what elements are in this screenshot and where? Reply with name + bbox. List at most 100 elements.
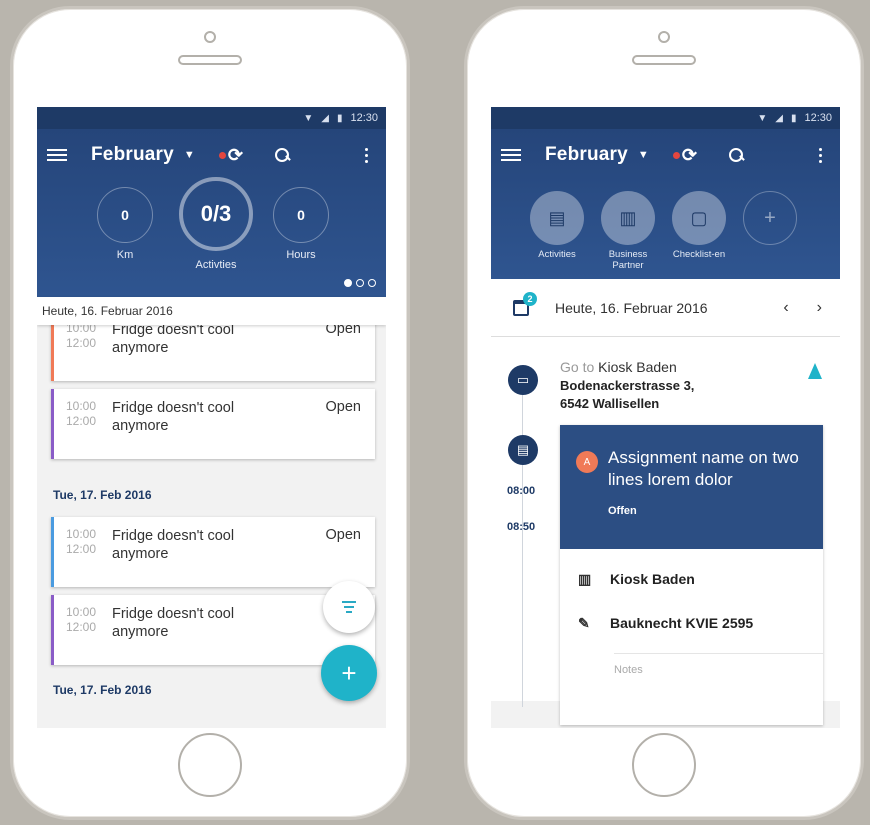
assignment-header[interactable]: A Assignment name on two lines lorem dol… <box>560 425 823 549</box>
signal-icon: ◢ <box>775 112 783 124</box>
menu-icon[interactable] <box>501 149 521 161</box>
equipment-row[interactable]: ✎ Bauknecht KVIE 2595 <box>560 601 823 645</box>
screen-left: ▼ ◢ ▮ 12:30 February ▼ ⟳ 0 0/3 0 Km Acti… <box>37 107 386 728</box>
status-time: 12:30 <box>350 112 378 124</box>
page-dot[interactable] <box>344 279 352 287</box>
building-icon: ▥ <box>578 570 592 587</box>
stat-km-label: Km <box>116 249 134 261</box>
timeline: ▭ Go to Kiosk Baden Bodenackerstrasse 3,… <box>491 337 840 725</box>
sync-icon: ⟳ <box>681 144 697 165</box>
battery-icon: ▮ <box>790 112 797 124</box>
chevron-right-icon[interactable]: › <box>817 299 822 317</box>
more-icon[interactable] <box>819 147 830 163</box>
clipboard-icon: ▤ <box>508 435 538 465</box>
toolbar: February ▼ ⟳ <box>491 129 840 181</box>
dropdown-icon[interactable]: ▼ <box>184 149 195 161</box>
camera-icon <box>658 31 670 43</box>
partner-name: Kiosk Baden <box>610 571 695 587</box>
more-icon[interactable] <box>365 147 376 163</box>
item-title: Fridge doesn't cool anymore <box>112 400 235 434</box>
status-bar: ▼ ◢ ▮ 12:30 <box>491 107 840 129</box>
quick-action-label: Activities <box>538 249 576 260</box>
plus-icon: + <box>341 657 357 688</box>
quick-action-label: Business Partner <box>608 249 648 271</box>
quick-action-label: Checklist-en <box>672 249 726 260</box>
assignment-title: Assignment name on two lines lorem dolor <box>608 448 799 489</box>
speaker-icon <box>178 55 242 65</box>
wrench-icon: ✎ <box>578 614 590 631</box>
page-indicator[interactable] <box>344 279 376 287</box>
calendar-icon[interactable]: 2 <box>513 291 537 316</box>
building-icon: ▥ <box>601 191 655 245</box>
item-status: Open <box>325 325 361 337</box>
app-header: February ▼ ⟳ 0 0/3 0 Km Activties Hours <box>37 129 386 297</box>
item-status: Open <box>325 399 361 415</box>
camera-icon <box>204 31 216 43</box>
goto-name: Kiosk Baden <box>598 359 677 375</box>
month-title[interactable]: February <box>545 144 628 166</box>
navigation-icon[interactable] <box>808 363 822 379</box>
address: Bodenackerstrasse 3, 6542 Wallisellen <box>560 378 695 411</box>
notes-label[interactable]: Notes <box>614 653 823 676</box>
list-item[interactable]: 10:0012:00 Fridge doesn't cool anymore O… <box>51 325 375 381</box>
quick-action-business-partner[interactable]: ▥ Business Partner <box>598 191 658 271</box>
calendar-badge: 2 <box>523 291 537 306</box>
month-title[interactable]: February <box>91 144 174 166</box>
signal-icon: ◢ <box>321 112 329 124</box>
list-item[interactable]: 10:0012:00 Fridge doesn't cool anymore O… <box>51 389 375 459</box>
home-button[interactable] <box>632 733 696 797</box>
stat-activities-label: Activties <box>195 259 237 271</box>
page-dot[interactable] <box>356 279 364 287</box>
time-range: 10:00 12:00 <box>66 399 97 428</box>
plus-icon: + <box>743 191 797 245</box>
home-button[interactable] <box>178 733 242 797</box>
phone-frame-right: ▼ ◢ ▮ 12:30 February ▼ ⟳ ▤ Activities ▥ … <box>464 6 864 820</box>
page-dot[interactable] <box>368 279 376 287</box>
wifi-icon: ▼ <box>303 112 314 124</box>
quick-action-add[interactable]: + <box>740 191 800 245</box>
current-date: Heute, 16. Februar 2016 <box>555 299 708 316</box>
assignment-card[interactable]: A Assignment name on two lines lorem dol… <box>560 425 823 725</box>
start-time: 08:00 <box>507 485 536 497</box>
quick-actions: ▤ Activities ▥ Business Partner ▢ Checkl… <box>491 181 840 279</box>
stat-hours-label: Hours <box>286 249 316 261</box>
stats-panel: 0 0/3 0 Km Activties Hours <box>37 177 386 297</box>
search-icon[interactable] <box>728 148 743 162</box>
stat-km-value: 0 <box>97 187 153 243</box>
car-icon: ▭ <box>508 365 538 395</box>
section-date: Tue, 17. Feb 2016 <box>53 683 152 697</box>
list-item[interactable]: 10:0012:00 Fridge doesn't cool anymore O… <box>51 517 375 587</box>
priority-badge: A <box>576 451 598 473</box>
phone-frame-left: ▼ ◢ ▮ 12:30 February ▼ ⟳ 0 0/3 0 Km Acti… <box>10 6 410 820</box>
item-status: Open <box>325 527 361 543</box>
app-header: February ▼ ⟳ ▤ Activities ▥ Business Par… <box>491 129 840 279</box>
checklist-icon: ▢ <box>672 191 726 245</box>
add-button[interactable]: + <box>321 645 377 701</box>
chevron-left-icon[interactable]: ‹ <box>783 299 788 317</box>
toolbar: February ▼ ⟳ <box>37 129 386 181</box>
timeline-line <box>522 377 523 707</box>
item-title: Fridge doesn't cool anymore <box>112 606 235 640</box>
search-icon[interactable] <box>274 148 289 162</box>
filter-icon <box>342 601 356 613</box>
quick-action-activities[interactable]: ▤ Activities <box>527 191 587 260</box>
date-navigation: 2 Heute, 16. Februar 2016 ‹ › <box>491 279 840 337</box>
time-range: 10:00 12:00 <box>66 527 97 556</box>
sync-icon: ⟳ <box>227 144 243 165</box>
menu-icon[interactable] <box>47 149 67 161</box>
status-time: 12:30 <box>804 112 832 124</box>
stat-activities-value: 0/3 <box>179 177 253 251</box>
sync-alert-dot <box>672 151 680 159</box>
goto-destination[interactable]: Go to Kiosk Baden <box>560 359 677 375</box>
equipment-name: Bauknecht KVIE 2595 <box>610 615 754 631</box>
time-range: 10:00 12:00 <box>66 605 97 634</box>
quick-action-checklisten[interactable]: ▢ Checklist-en <box>669 191 729 260</box>
partner-row[interactable]: ▥ Kiosk Baden <box>560 557 823 601</box>
filter-button[interactable] <box>323 581 375 633</box>
sync-button[interactable]: ⟳ <box>218 144 243 166</box>
clipboard-icon: ▤ <box>530 191 584 245</box>
sync-button[interactable]: ⟳ <box>672 144 697 166</box>
goto-label: Go to <box>560 359 595 375</box>
assignment-status: Offen <box>608 505 637 517</box>
dropdown-icon[interactable]: ▼ <box>638 149 649 161</box>
